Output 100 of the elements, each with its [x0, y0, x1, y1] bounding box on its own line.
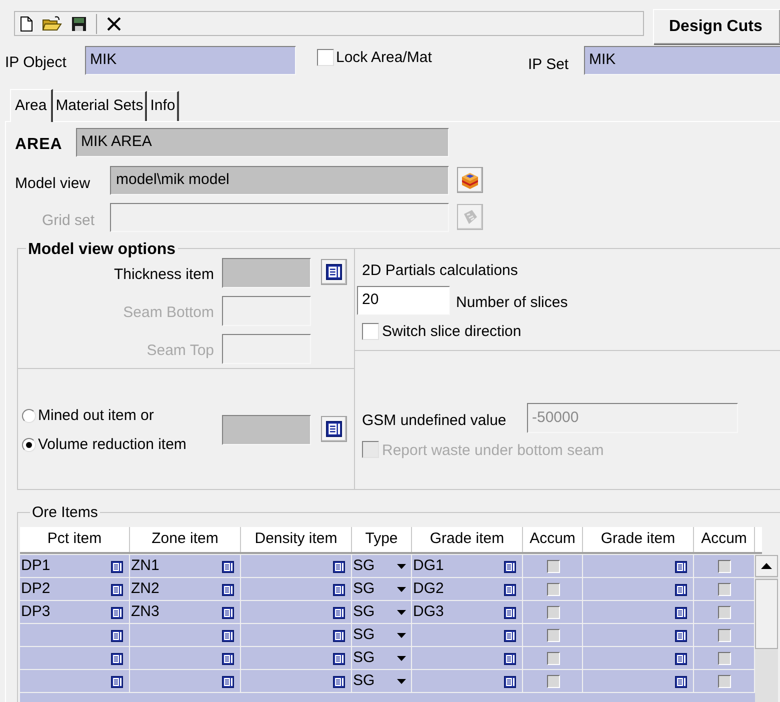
field-label: Number of slices: [456, 293, 568, 313]
list-icon: [111, 676, 123, 688]
list-button[interactable]: [321, 416, 347, 442]
input-field[interactable]: model\mik model: [110, 166, 449, 195]
list-icon: [222, 630, 234, 642]
input-field[interactable]: [222, 415, 311, 445]
checkbox[interactable]: [546, 652, 560, 665]
column-header[interactable]: Type: [352, 527, 412, 552]
cell-text: SG: [353, 625, 375, 646]
input-field[interactable]: 20: [357, 286, 450, 315]
cell-text: ZN3: [131, 602, 160, 622]
list-icon: [111, 584, 123, 596]
table-cell[interactable]: DP3: [20, 601, 130, 624]
checkbox[interactable]: [546, 583, 560, 596]
table-cell[interactable]: SG: [352, 578, 412, 601]
model-view-button[interactable]: [457, 167, 483, 193]
table-cell[interactable]: SG: [352, 601, 412, 624]
save-icon[interactable]: [71, 16, 87, 32]
design-cuts-button[interactable]: Design Cuts: [653, 9, 780, 44]
list-icon: [333, 584, 345, 596]
close-icon[interactable]: [106, 16, 122, 32]
cell-text: SG: [353, 671, 375, 692]
cell-text: DP2: [21, 579, 52, 600]
list-button[interactable]: [321, 259, 347, 285]
input-field[interactable]: MIK: [584, 46, 780, 75]
table-cell[interactable]: DG1: [412, 555, 523, 578]
list-icon: [111, 652, 123, 664]
cell-text: ZN1: [131, 556, 160, 576]
dropdown-arrow-icon: [397, 564, 406, 569]
checkbox[interactable]: [362, 323, 379, 340]
field-label: AREA: [15, 135, 62, 155]
input-field[interactable]: [110, 203, 449, 232]
cell-text: DG2: [413, 579, 445, 600]
new-document-icon[interactable]: [20, 16, 33, 32]
input-field[interactable]: [222, 334, 311, 364]
list-icon: [504, 652, 516, 664]
radio-button[interactable]: [22, 409, 36, 424]
checkbox[interactable]: [718, 583, 731, 596]
field-label: IP Object: [5, 53, 66, 73]
checkbox[interactable]: [546, 560, 560, 573]
field-label: Seam Top: [146, 341, 214, 361]
list-icon: [504, 630, 516, 642]
checkbox[interactable]: [546, 629, 560, 642]
column-header[interactable]: Zone item: [130, 527, 241, 552]
list-icon: [222, 584, 234, 596]
field-label: Seam Bottom: [123, 303, 214, 323]
open-folder-icon[interactable]: [42, 16, 62, 32]
radio-button[interactable]: [22, 438, 36, 452]
list-icon: [222, 606, 234, 618]
table-cell[interactable]: SG: [352, 670, 412, 693]
list-icon: [504, 584, 516, 596]
list-icon: [504, 676, 516, 688]
scroll-up-icon[interactable]: [761, 563, 772, 569]
checkbox[interactable]: [317, 49, 334, 66]
table-cell[interactable]: ZN3: [130, 601, 241, 624]
checkbox[interactable]: [546, 606, 560, 619]
checkbox[interactable]: [718, 606, 731, 619]
dropdown-arrow-icon: [397, 679, 406, 684]
table-cell[interactable]: ZN2: [130, 578, 241, 601]
table-cell[interactable]: DG2: [412, 578, 523, 601]
checkbox[interactable]: [546, 675, 560, 688]
table-cell[interactable]: DP1: [20, 555, 130, 578]
table-cell[interactable]: SG: [352, 555, 412, 578]
radio-label: Volume reduction item: [38, 435, 186, 455]
column-header[interactable]: Grade item: [583, 527, 694, 552]
dropdown-arrow-icon: [397, 610, 406, 615]
cell-text: SG: [353, 579, 375, 600]
list-icon: [222, 560, 234, 572]
list-icon: [222, 676, 234, 688]
input-field[interactable]: MIK AREA: [76, 128, 449, 157]
list-icon: [333, 630, 345, 642]
column-header[interactable]: Grade item: [412, 527, 523, 552]
checkbox[interactable]: [718, 675, 731, 688]
list-icon: [222, 652, 234, 664]
column-header[interactable]: Accum: [523, 527, 583, 552]
field-label: IP Set: [528, 55, 569, 75]
list-icon: [675, 560, 687, 572]
input-field[interactable]: [222, 258, 311, 288]
tab[interactable]: Area: [10, 89, 53, 122]
column-header[interactable]: Density item: [241, 527, 352, 552]
table-cell[interactable]: SG: [352, 647, 412, 670]
checkbox-label: Report waste under bottom seam: [382, 441, 604, 461]
checkbox[interactable]: [718, 629, 731, 642]
column-header[interactable]: Pct item: [20, 527, 130, 552]
field-label: Grid set: [42, 211, 95, 231]
input-field[interactable]: MIK: [85, 46, 296, 75]
cell-text: ZN2: [131, 579, 160, 600]
tab[interactable]: Info: [147, 91, 180, 121]
table-cell[interactable]: DG3: [412, 601, 523, 624]
tab[interactable]: Material Sets: [52, 91, 148, 121]
checkbox[interactable]: [718, 652, 731, 665]
checkbox[interactable]: [718, 560, 731, 573]
table-cell[interactable]: ZN1: [130, 555, 241, 578]
column-header[interactable]: Accum: [694, 527, 755, 552]
table-cell[interactable]: SG: [352, 624, 412, 647]
table-cell[interactable]: DP2: [20, 578, 130, 601]
input-field[interactable]: [222, 296, 311, 326]
dropdown-arrow-icon: [397, 633, 406, 638]
scroll-bar[interactable]: [755, 555, 778, 702]
dropdown-arrow-icon: [397, 587, 406, 592]
